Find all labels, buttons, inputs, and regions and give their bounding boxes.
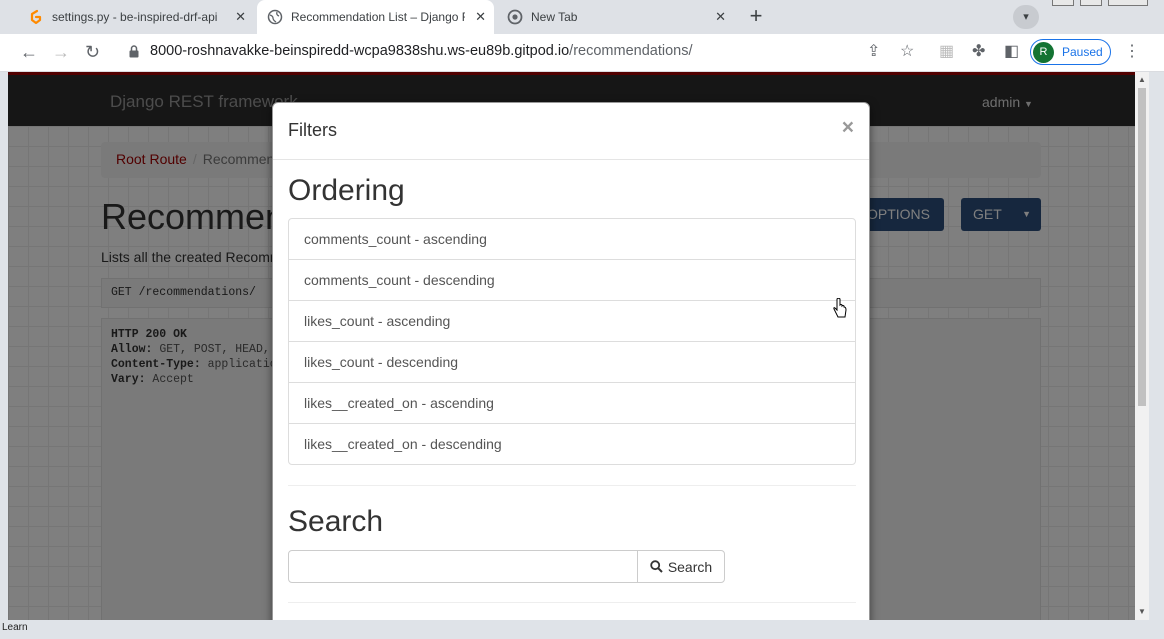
extensions-puzzle-icon[interactable]: ✤	[972, 44, 985, 60]
url-path: /recommendations/	[569, 43, 693, 59]
globe-icon	[267, 9, 283, 25]
lock-icon[interactable]	[129, 45, 139, 63]
close-tab-icon[interactable]: ✕	[475, 9, 486, 25]
divider	[288, 602, 856, 603]
filters-modal: Filters × Ordering comments_count - asce…	[272, 102, 870, 639]
ordering-option[interactable]: likes_count - ascending	[289, 301, 855, 342]
ordering-option[interactable]: likes_count - descending	[289, 342, 855, 383]
modal-title: Filters	[288, 120, 337, 140]
hand-pointer-cursor-icon	[833, 297, 847, 327]
profile-button[interactable]: R Paused	[1030, 39, 1111, 65]
gitpod-icon	[28, 9, 44, 25]
address-bar[interactable]: 8000-roshnavakke-beinspiredd-wcpa9838shu…	[150, 43, 692, 59]
status-bar: Learn	[0, 620, 1164, 639]
ordering-option[interactable]: comments_count - ascending	[289, 219, 855, 260]
scroll-up-icon[interactable]: ▲	[1138, 75, 1146, 84]
tab-settings[interactable]: settings.py - be-inspired-drf-api ✕	[18, 0, 254, 34]
ordering-list: comments_count - ascending comments_coun…	[288, 218, 856, 465]
maximize-control[interactable]	[1080, 0, 1102, 6]
search-heading: Search	[288, 505, 384, 538]
close-tab-icon[interactable]: ✕	[715, 9, 726, 25]
bookmark-star-icon[interactable]: ☆	[900, 44, 914, 60]
status-text: Learn	[2, 622, 28, 633]
tab-title: settings.py - be-inspired-drf-api	[52, 10, 218, 24]
tab-strip: settings.py - be-inspired-drf-api ✕ Reco…	[0, 0, 1164, 34]
tab-search-button[interactable]: ▾	[1013, 5, 1039, 29]
profile-status: Paused	[1062, 45, 1103, 59]
browser-window: settings.py - be-inspired-drf-api ✕ Reco…	[0, 0, 1164, 639]
new-tab-button[interactable]: +	[742, 5, 770, 29]
tab-title: New Tab	[531, 10, 578, 24]
divider	[288, 485, 856, 486]
reload-icon[interactable]: ↻	[85, 43, 100, 61]
chrome-icon	[507, 9, 523, 25]
tab-title: Recommendation List – Django REST framew…	[291, 10, 465, 24]
menu-kebab-icon[interactable]: ⋮	[1124, 44, 1140, 60]
side-panel-icon[interactable]: ◧	[1004, 44, 1019, 60]
scroll-down-icon[interactable]: ▼	[1138, 607, 1146, 616]
search-icon	[650, 560, 663, 573]
extension-disabled-icon[interactable]: ▦	[939, 44, 954, 60]
scrollbar-thumb[interactable]	[1138, 88, 1146, 406]
url-host: 8000-roshnavakke-beinspiredd-wcpa9838shu…	[150, 43, 570, 59]
search-input[interactable]	[288, 550, 638, 583]
back-icon[interactable]: ←	[20, 43, 38, 61]
close-icon[interactable]: ×	[842, 116, 854, 140]
close-tab-icon[interactable]: ✕	[235, 9, 246, 25]
tab-recommendations[interactable]: Recommendation List – Django REST framew…	[257, 0, 494, 34]
ordering-option[interactable]: likes__created_on - descending	[289, 424, 855, 464]
ordering-option[interactable]: likes__created_on - ascending	[289, 383, 855, 424]
browser-toolbar: ← → ↻ 8000-roshnavakke-beinspiredd-wcpa9…	[0, 34, 1164, 72]
modal-header: Filters ×	[273, 103, 869, 160]
ordering-option[interactable]: comments_count - descending	[289, 260, 855, 301]
search-button[interactable]: Search	[637, 550, 725, 583]
page-scrollbar[interactable]: ▲ ▼	[1135, 72, 1149, 620]
search-button-label: Search	[667, 558, 713, 575]
forward-icon[interactable]: →	[52, 43, 70, 61]
close-window-control[interactable]	[1108, 0, 1148, 6]
share-icon[interactable]: ⇪	[867, 44, 880, 60]
tab-new-tab[interactable]: New Tab ✕	[497, 0, 734, 34]
ordering-heading: Ordering	[288, 174, 405, 207]
minimize-control[interactable]	[1052, 0, 1074, 6]
avatar: R	[1033, 41, 1054, 63]
